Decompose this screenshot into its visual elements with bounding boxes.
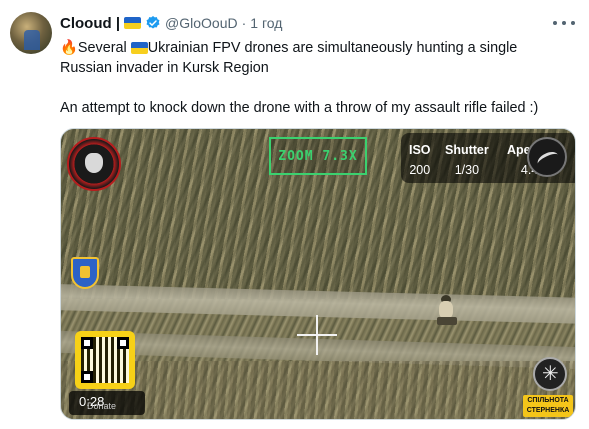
watermark-line2: СТЕРНЕНКА [526, 407, 570, 414]
video-player[interactable]: ZOOM 7.3X ISO 200 Shutter 1/30 Apertur 4… [60, 128, 576, 420]
tweet-text-line1: 🔥Several Ukrainian FPV drones are simult… [60, 38, 580, 58]
ukraine-flag-icon [130, 42, 148, 55]
zoom-indicator: ZOOM 7.3X [269, 137, 367, 175]
tweet-time[interactable]: 1 год [250, 15, 282, 31]
author-name[interactable]: Clooud | [60, 15, 120, 32]
crosshair-icon [297, 315, 337, 355]
eagle-logo-icon [527, 137, 567, 177]
more-options-icon[interactable] [553, 14, 575, 32]
coat-of-arms-icon [71, 257, 99, 289]
tweet-text-line2: Russian invader in Kursk Region [60, 60, 269, 76]
shutter-label: Shutter [445, 143, 489, 157]
header-separator: · [241, 15, 247, 31]
ukraine-flag-icon [124, 17, 142, 29]
sternenko-logo-icon [533, 357, 567, 391]
tweet-header: Clooud | @GloOouD · 1 год [60, 12, 549, 34]
sternenko-watermark: СПІЛЬНОТА СТЕРНЕНКА [523, 395, 573, 417]
shutter-value: 1/30 [454, 163, 480, 177]
unit-insignia-icon [67, 137, 121, 191]
qr-caption: Donate [87, 401, 117, 411]
line1-suffix: Ukrainian FPV drones are simultaneously … [147, 40, 518, 56]
tweet-text-line3: An attempt to knock down the drone with … [60, 100, 539, 116]
author-handle[interactable]: @GloOouD [165, 15, 238, 31]
verified-badge-icon [146, 16, 160, 29]
watermark-line1: СПІЛЬНОТА [527, 397, 569, 404]
soldier-figure [433, 295, 459, 325]
tweet-text: 🔥Several Ukrainian FPV drones are simult… [60, 38, 580, 118]
line1-prefix: 🔥Several [60, 40, 131, 56]
qr-code-icon [75, 331, 135, 389]
iso-label: ISO [409, 143, 431, 157]
tweet-avatar[interactable] [10, 12, 52, 54]
iso-value: 200 [409, 163, 431, 177]
